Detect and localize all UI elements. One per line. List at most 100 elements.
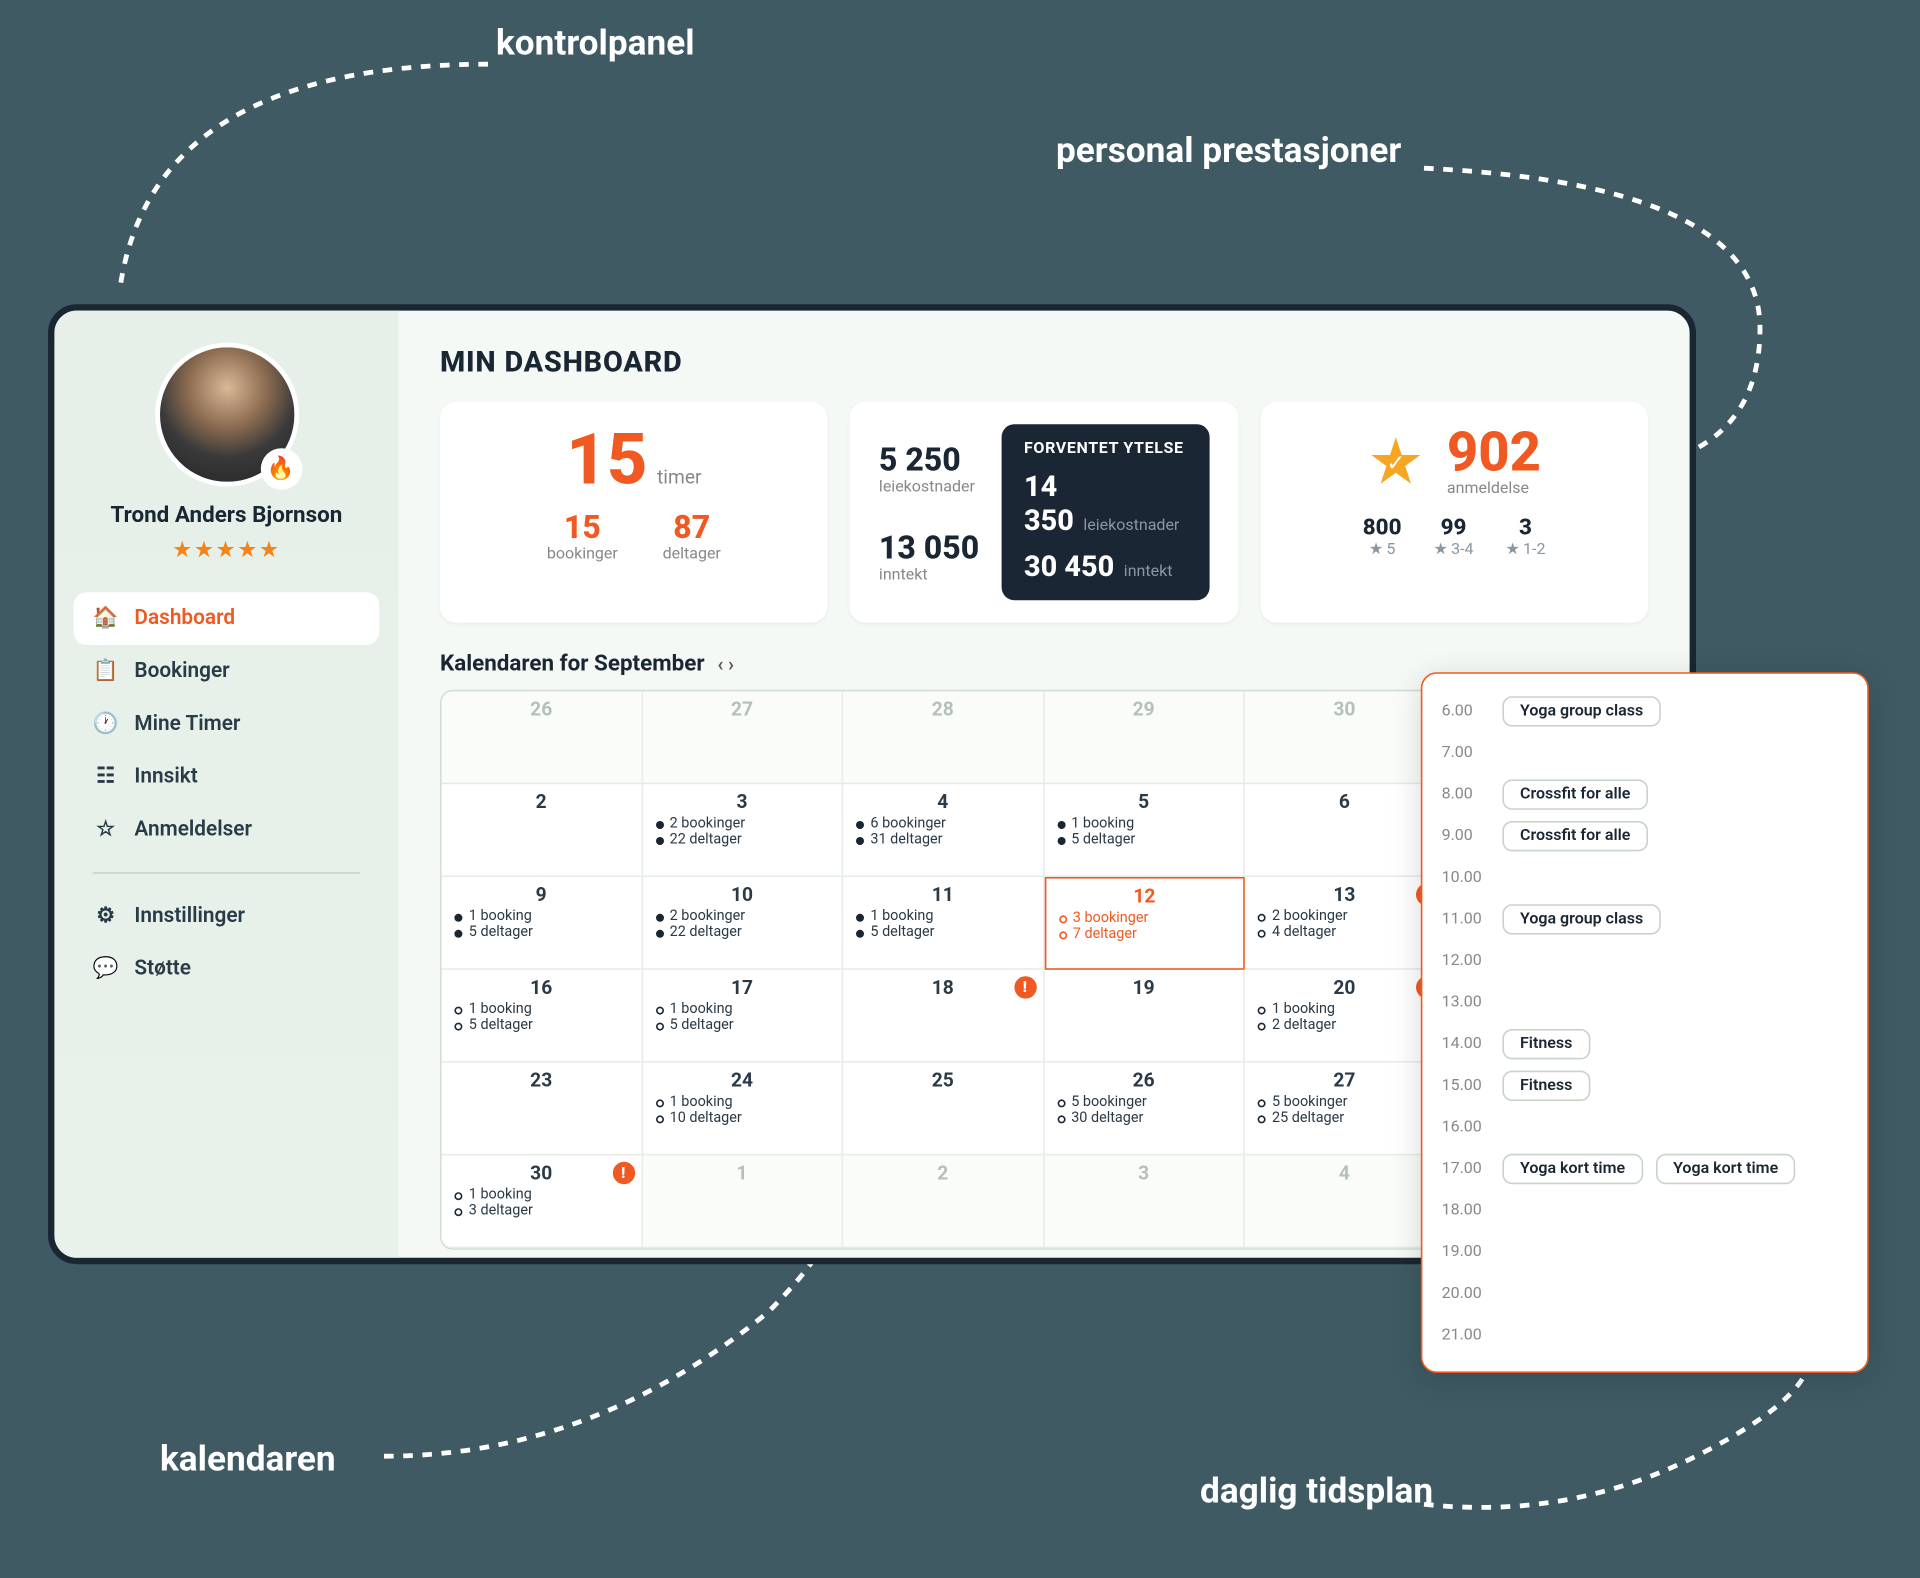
nav-anmeldelser[interactable]: ☆ Anmeldelser <box>74 803 380 856</box>
annotation-daglig: daglig tidsplan <box>1200 1472 1433 1512</box>
calendar-cell[interactable]: 241 booking10 deltager <box>642 1063 843 1156</box>
nav-label: Støtte <box>134 957 191 981</box>
page-title: MIN DASHBOARD <box>440 346 1648 380</box>
nav-dashboard[interactable]: 🏠 Dashboard <box>74 592 380 645</box>
bookings-label: bookinger <box>547 546 618 564</box>
reviews-5-value: 800 <box>1363 515 1402 541</box>
calendar-cell[interactable]: 2 <box>843 1155 1044 1248</box>
schedule-row: 10.00 <box>1442 856 1848 898</box>
schedule-row: 11.00 Yoga group class <box>1442 898 1848 940</box>
calendar-cell[interactable]: 301 booking3 deltager! <box>442 1155 643 1248</box>
hours-value: 15 <box>566 418 647 501</box>
reviews-12-value: 3 <box>1506 515 1546 541</box>
schedule-event[interactable]: Fitness <box>1502 1028 1590 1058</box>
calendar-cell[interactable]: 132 bookinger4 deltager! <box>1245 877 1446 970</box>
nav-label: Anmeldelser <box>134 818 252 842</box>
schedule-row: 7.00 <box>1442 731 1848 773</box>
calendar-cell[interactable]: 111 booking5 deltager <box>843 877 1044 970</box>
calendar-cell[interactable]: 3 <box>1044 1155 1245 1248</box>
calendar-cell[interactable]: 1 <box>642 1155 843 1248</box>
calendar-cell[interactable]: 201 booking2 deltager! <box>1245 970 1446 1063</box>
calendar-cell[interactable]: 18! <box>843 970 1044 1063</box>
calendar-cell[interactable]: 4 <box>1245 1155 1446 1248</box>
daily-schedule: 6.00Yoga group class7.008.00Crossfit for… <box>1421 672 1869 1373</box>
sidebar: 🔥 Trond Anders Bjornson ★★★★★ 🏠 Dashboar… <box>54 311 398 1258</box>
schedule-event[interactable]: Yoga kort time <box>1656 1153 1796 1183</box>
schedule-time: 10.00 <box>1442 868 1490 886</box>
schedule-time: 15.00 <box>1442 1076 1490 1094</box>
schedule-event[interactable]: Fitness <box>1502 1070 1590 1100</box>
clock-icon: 🕐 <box>93 712 119 736</box>
nav-label: Innsikt <box>134 765 197 789</box>
calendar-cell[interactable]: 91 booking5 deltager <box>442 877 643 970</box>
schedule-time: 19.00 <box>1442 1243 1490 1261</box>
schedule-row: 19.00 <box>1442 1231 1848 1273</box>
schedule-time: 18.00 <box>1442 1201 1490 1219</box>
forecast-title: FORVENTET YTELSE <box>1024 440 1187 458</box>
reviews-5-label: ★5 <box>1363 541 1402 559</box>
calendar-cell[interactable]: 30 <box>1245 691 1446 784</box>
schedule-time: 14.00 <box>1442 1035 1490 1053</box>
calendar-cell[interactable]: 6 <box>1245 784 1446 877</box>
home-icon: 🏠 <box>93 607 119 631</box>
big-star-icon: ★✓ <box>1367 424 1424 499</box>
star-icon: ☆ <box>93 818 119 842</box>
calendar-cell[interactable]: 32 bookinger22 deltager <box>642 784 843 877</box>
nav-bookinger[interactable]: 📋 Bookinger <box>74 645 380 698</box>
calendar-cell[interactable]: 46 bookinger31 deltager <box>843 784 1044 877</box>
forecast-income-value: 30 450 <box>1024 551 1114 585</box>
nav-mine-timer[interactable]: 🕐 Mine Timer <box>74 698 380 751</box>
calendar-cell[interactable]: 275 bookinger25 deltager <box>1245 1063 1446 1156</box>
calendar-prev-next[interactable]: ‹ › <box>717 653 734 675</box>
schedule-time: 7.00 <box>1442 743 1490 761</box>
annotation-kalendaren: kalendaren <box>160 1440 336 1480</box>
schedule-time: 20.00 <box>1442 1284 1490 1302</box>
reviews-12-label: ★1-2 <box>1506 541 1546 559</box>
calendar-cell[interactable]: 51 booking5 deltager <box>1044 784 1245 877</box>
schedule-row: 15.00 Fitness <box>1442 1064 1848 1106</box>
card-finance: 5 250leiekostnader 13 050inntekt FORVENT… <box>850 402 1238 623</box>
calendar-cell[interactable]: 123 bookinger7 deltager <box>1044 877 1245 970</box>
calendar-cell[interactable]: 27 <box>642 691 843 784</box>
calendar-cell[interactable]: 25 <box>843 1063 1044 1156</box>
forecast-rent-value: 14 350 <box>1024 471 1074 538</box>
calendar-cell[interactable]: 29 <box>1044 691 1245 784</box>
schedule-row: 21.00 <box>1442 1314 1848 1356</box>
avatar[interactable]: 🔥 <box>154 343 298 487</box>
forecast-income-label: inntekt <box>1124 563 1173 581</box>
calendar-cell[interactable]: 19 <box>1044 970 1245 1063</box>
calendar-cell[interactable]: 2 <box>442 784 643 877</box>
schedule-time: 11.00 <box>1442 910 1490 928</box>
nav-label: Bookinger <box>134 659 229 683</box>
reviews-count: 902 <box>1447 426 1541 480</box>
calendar-cell[interactable]: 171 booking5 deltager <box>642 970 843 1063</box>
schedule-row: 13.00 <box>1442 981 1848 1023</box>
chat-icon: 💬 <box>93 957 119 981</box>
schedule-row: 12.00 <box>1442 939 1848 981</box>
schedule-event[interactable]: Yoga group class <box>1502 695 1660 725</box>
schedule-event[interactable]: Yoga kort time <box>1502 1153 1642 1183</box>
rent-value: 5 250 <box>879 440 979 478</box>
schedule-row: 16.00 <box>1442 1106 1848 1148</box>
calendar-cell[interactable]: 23 <box>442 1063 643 1156</box>
income-label: inntekt <box>879 567 979 585</box>
nav-innsikt[interactable]: ☷ Innsikt <box>74 751 380 804</box>
schedule-row: 14.00 Fitness <box>1442 1023 1848 1065</box>
calendar-cell[interactable]: 102 bookinger22 deltager <box>642 877 843 970</box>
nav-stotte[interactable]: 💬 Støtte <box>74 943 380 996</box>
nav-innstillinger[interactable]: ⚙ Innstillinger <box>74 890 380 943</box>
calendar-cell[interactable]: 265 bookinger30 deltager <box>1044 1063 1245 1156</box>
schedule-event[interactable]: Crossfit for alle <box>1502 820 1648 850</box>
schedule-event[interactable]: Yoga group class <box>1502 903 1660 933</box>
calendar-cell[interactable]: 26 <box>442 691 643 784</box>
hours-unit: timer <box>657 466 701 488</box>
calendar-cell[interactable]: 161 booking5 deltager <box>442 970 643 1063</box>
schedule-time: 6.00 <box>1442 702 1490 720</box>
nav-label: Mine Timer <box>134 712 240 736</box>
schedule-event[interactable]: Crossfit for alle <box>1502 779 1648 809</box>
fire-badge-icon: 🔥 <box>260 448 302 490</box>
clipboard-icon: 📋 <box>93 659 119 683</box>
annotation-personal: personal prestasjoner <box>1056 131 1401 171</box>
nav-label: Dashboard <box>134 607 235 631</box>
calendar-cell[interactable]: 28 <box>843 691 1044 784</box>
